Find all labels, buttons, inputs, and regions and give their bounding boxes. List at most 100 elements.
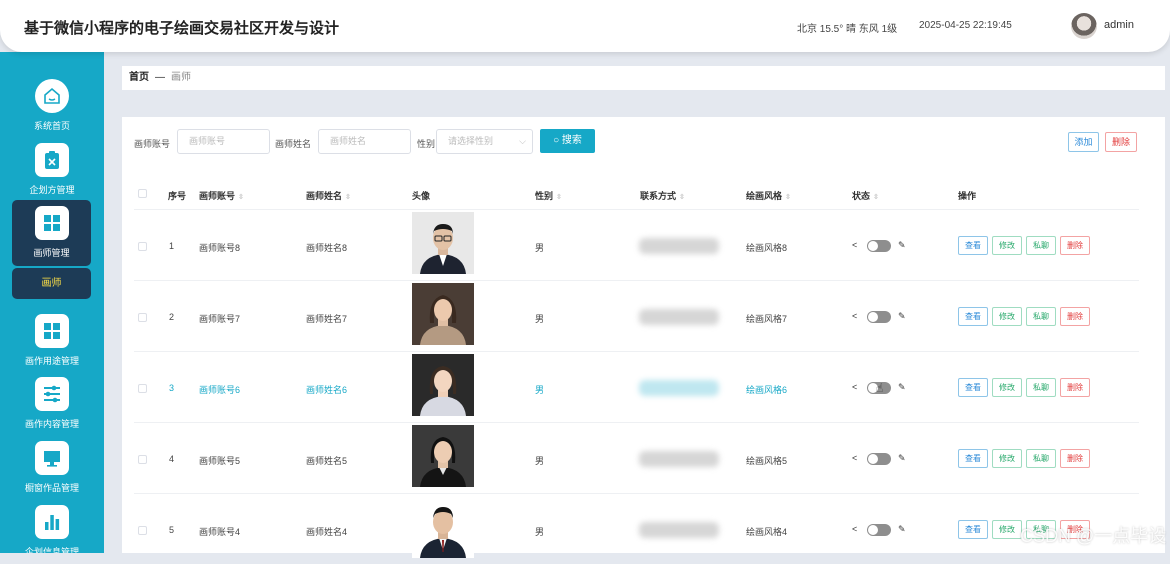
header-account-label: 画师账号 — [199, 191, 236, 201]
home-icon — [35, 79, 69, 113]
delete-button[interactable]: 删除 — [1105, 132, 1137, 152]
pencil-icon[interactable]: ✎ — [898, 240, 906, 251]
user-name[interactable]: admin — [1104, 19, 1134, 31]
row-delete-button[interactable]: 删除 — [1060, 236, 1090, 255]
row-delete-button[interactable]: 删除 — [1060, 449, 1090, 468]
grid-icon — [35, 314, 69, 348]
account-label: 画师账号 — [134, 139, 171, 149]
share-icon[interactable]: < — [852, 453, 857, 463]
status-toggle[interactable] — [867, 453, 891, 465]
grid-icon — [34, 206, 69, 240]
chevron-down-icon: ⌵ — [519, 136, 526, 146]
search-button[interactable]: ○ 搜索 — [540, 129, 595, 153]
row-style: 绘画风格8 — [746, 243, 788, 253]
sidebar-item-content[interactable]: 画作内容管理 — [0, 377, 104, 430]
name-label: 画师姓名 — [275, 139, 312, 149]
sliders-icon — [35, 377, 69, 411]
message-button[interactable]: 私聊 — [1026, 378, 1056, 397]
status-toggle[interactable] — [867, 524, 891, 536]
message-button[interactable]: 私聊 — [1026, 307, 1056, 326]
breadcrumb-home[interactable]: 首页 — [129, 72, 149, 83]
name-input[interactable]: 画师姓名 — [318, 129, 411, 154]
view-button[interactable]: 查看 — [958, 449, 988, 468]
status-toggle[interactable] — [867, 311, 891, 323]
header-status[interactable]: 状态 ⇳ — [852, 189, 879, 202]
pencil-icon[interactable]: ✎ — [898, 524, 906, 535]
table-row[interactable]: 5 画师账号4 画师姓名4 男 绘画风格4 < ✎ 查看 修改 私聊 删除 — [134, 493, 1139, 564]
edit-button[interactable]: 修改 — [992, 378, 1022, 397]
header-avatar: 头像 — [412, 191, 431, 201]
select-all-checkbox[interactable] — [138, 189, 147, 198]
header-name[interactable]: 画师姓名 ⇳ — [306, 189, 351, 202]
table-row[interactable]: 4 画师账号5 画师姓名5 男 绘画风格5 < ✎ 查看 修改 私聊 删除 — [134, 422, 1139, 493]
mouse-cursor-icon: ☝ — [876, 381, 884, 395]
row-checkbox[interactable] — [138, 526, 147, 535]
row-gender: 男 — [535, 314, 545, 324]
bar-chart-icon — [35, 505, 69, 539]
user-avatar[interactable] — [1071, 13, 1097, 39]
table-row[interactable]: 2 画师账号7 画师姓名7 男 绘画风格7 < ✎ 查看 修改 私聊 删除 — [134, 280, 1139, 351]
row-checkbox[interactable] — [138, 384, 147, 393]
message-button[interactable]: 私聊 — [1026, 236, 1056, 255]
edit-button[interactable]: 修改 — [992, 520, 1022, 539]
account-input[interactable]: 画师账号 — [177, 129, 270, 154]
row-account: 画师账号4 — [199, 527, 241, 537]
table-row[interactable]: 1 画师账号8 画师姓名8 男 绘画风格8 < ✎ 查看 修改 私聊 删除 — [134, 209, 1139, 280]
row-name: 画师姓名6 — [306, 385, 348, 395]
edit-button[interactable]: 修改 — [992, 307, 1022, 326]
share-icon[interactable]: < — [852, 524, 857, 534]
view-button[interactable]: 查看 — [958, 520, 988, 539]
row-delete-button[interactable]: 删除 — [1060, 378, 1090, 397]
toggle-knob — [868, 454, 878, 464]
search-button-label: 搜索 — [561, 135, 582, 146]
status-toggle[interactable] — [867, 240, 891, 252]
sidebar-item-usage[interactable]: 画作用途管理 — [0, 314, 104, 367]
row-gender: 男 — [535, 385, 545, 395]
pencil-icon[interactable]: ✎ — [898, 382, 906, 393]
message-button[interactable]: 私聊 — [1026, 449, 1056, 468]
submenu-painter[interactable]: 画师 — [12, 268, 91, 299]
sidebar-item-label: 橱窗作品管理 — [24, 483, 79, 493]
add-button[interactable]: 添加 — [1068, 132, 1099, 152]
view-button[interactable]: 查看 — [958, 378, 988, 397]
share-icon[interactable]: < — [852, 382, 857, 392]
row-checkbox[interactable] — [138, 313, 147, 322]
row-account: 画师账号7 — [199, 314, 241, 324]
row-account: 画师账号5 — [199, 456, 241, 466]
header-style-label: 绘画风格 — [746, 191, 783, 201]
header-contact[interactable]: 联系方式 ⇳ — [640, 189, 685, 202]
row-index: 3 — [169, 383, 175, 393]
row-name: 画师姓名7 — [306, 314, 348, 324]
row-account: 画师账号8 — [199, 243, 241, 253]
sidebar-item-home[interactable]: 系统首页 — [0, 79, 104, 132]
row-index: 2 — [169, 312, 175, 322]
edit-button[interactable]: 修改 — [992, 236, 1022, 255]
pencil-icon[interactable]: ✎ — [898, 453, 906, 464]
sidebar-item-plans[interactable]: 企划信息管理 — [0, 505, 104, 553]
share-icon[interactable]: < — [852, 311, 857, 321]
breadcrumb-current: 画师 — [171, 72, 191, 83]
row-checkbox[interactable] — [138, 242, 147, 251]
row-gender: 男 — [535, 456, 545, 466]
header-name-label: 画师姓名 — [306, 191, 343, 201]
sidebar-item-showcase[interactable]: 橱窗作品管理 — [0, 441, 104, 494]
row-checkbox[interactable] — [138, 455, 147, 464]
row-name: 画师姓名5 — [306, 456, 348, 466]
sort-icon: ⇳ — [873, 194, 879, 201]
view-button[interactable]: 查看 — [958, 307, 988, 326]
header-account[interactable]: 画师账号 ⇳ — [199, 189, 244, 202]
row-account: 画师账号6 — [199, 385, 241, 395]
sidebar-item-painters[interactable]: 画师管理 — [12, 200, 91, 266]
header-style[interactable]: 绘画风格 ⇳ — [746, 189, 791, 202]
sort-icon: ⇳ — [556, 194, 562, 201]
gender-select[interactable]: 请选择性别 ⌵ — [436, 129, 533, 154]
table-row[interactable]: 3 画师账号6 画师姓名6 男 绘画风格6 < ✎ 查看 修改 私聊 删除 — [134, 351, 1139, 422]
edit-button[interactable]: 修改 — [992, 449, 1022, 468]
sidebar-item-label: 系统首页 — [33, 121, 70, 131]
view-button[interactable]: 查看 — [958, 236, 988, 255]
sidebar-item-planners[interactable]: 企划方管理 — [0, 143, 104, 196]
row-delete-button[interactable]: 删除 — [1060, 307, 1090, 326]
share-icon[interactable]: < — [852, 240, 857, 250]
pencil-icon[interactable]: ✎ — [898, 311, 906, 322]
header-gender[interactable]: 性别 ⇳ — [535, 189, 562, 202]
